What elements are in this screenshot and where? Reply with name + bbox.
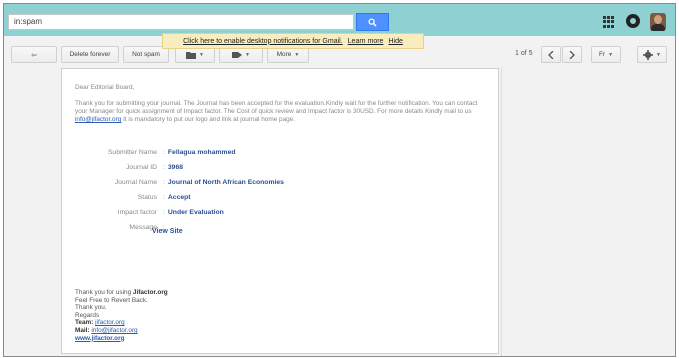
message-area: Dear Editorial Board, Thank you for subm… [4, 68, 675, 356]
page-count: 1 of 5 [515, 50, 533, 57]
paragraph-text-end: It is mandatory to put our logo and link… [123, 116, 296, 123]
avatar[interactable] [650, 13, 666, 31]
detail-value: Under Evaluation [167, 209, 224, 216]
hide-link[interactable]: Hide [388, 38, 402, 45]
learn-more-link[interactable]: Learn more [348, 38, 384, 45]
notifications-icon[interactable] [626, 14, 640, 28]
detail-label: Message [129, 224, 157, 231]
signature-thanks: Thank you for using [75, 289, 133, 296]
gear-icon [643, 49, 654, 60]
detail-label: Submitter Name [107, 149, 157, 156]
website-link[interactable]: www.jifactor.org [75, 335, 124, 342]
chevron-down-icon: ▼ [199, 51, 204, 58]
search-icon [368, 17, 377, 27]
mail-label: Mail: [75, 326, 90, 334]
info-email-link[interactable]: info@jifactor.org [75, 116, 121, 123]
back-arrow-icon: ⇦ [31, 51, 37, 59]
detail-label: Status [137, 194, 157, 201]
search-input[interactable]: in:spam [8, 14, 354, 30]
detail-row: Impact factor: Under Evaluation [74, 205, 284, 220]
chevron-down-icon: ▼ [294, 51, 300, 58]
detail-label: Impact factor [117, 209, 157, 216]
chevron-down-icon: ▼ [656, 51, 661, 58]
back-button[interactable]: ⇦ [11, 46, 57, 63]
delete-forever-button[interactable]: Delete forever [61, 46, 119, 63]
chevron-down-icon: ▼ [608, 51, 614, 58]
detail-label: Journal ID [126, 164, 157, 171]
signature: Thank you for using Jifactor.org Feel Fr… [75, 289, 168, 342]
brand-name: Jifactor.org [132, 289, 168, 296]
detail-row: Journal Name: Journal of North African E… [74, 175, 284, 190]
right-pane-divider [501, 68, 502, 356]
detail-value: Accept [167, 194, 191, 201]
signature-line: Thank you for using Jifactor.org [75, 289, 168, 297]
greeting: Dear Editorial Board, [75, 84, 135, 91]
desktop-notification-bar: Click here to enable desktop notificatio… [162, 33, 424, 49]
detail-row: Status: Accept [74, 190, 284, 205]
detail-label: Journal Name [114, 179, 157, 186]
label-icon [232, 51, 243, 58]
email-paragraph: Thank you for submitting your journal. T… [75, 100, 485, 124]
search-button[interactable] [356, 13, 389, 31]
signature-line: Mail: info@jifactor.org [75, 327, 168, 335]
gmail-window: in:spam Click here to enable desktop not… [3, 3, 676, 357]
chevron-left-icon [548, 50, 554, 59]
language-select[interactable]: Fr ▼ [591, 46, 621, 63]
mail-link[interactable]: info@jifactor.org [91, 327, 137, 334]
email-body: Dear Editorial Board, Thank you for subm… [61, 68, 499, 354]
signature-line: www.jifactor.org [75, 335, 168, 343]
journal-details: Submitter Name: Fellagua mohammed Journa… [74, 145, 284, 235]
detail-value: 3968 [167, 164, 184, 171]
detail-value: Fellagua mohammed [167, 149, 236, 156]
signature-line: Thank you. [75, 304, 107, 312]
more-label: More [276, 51, 292, 58]
chevron-down-icon: ▼ [245, 51, 250, 58]
detail-row: Journal ID: 3968 [74, 160, 284, 175]
detail-value: Journal of North African Economies [167, 179, 284, 186]
enable-notifications-link[interactable]: Click here to enable desktop notificatio… [183, 38, 343, 45]
settings-button[interactable]: ▼ [637, 46, 667, 63]
next-page-button[interactable] [562, 46, 582, 63]
header-bar: in:spam [4, 4, 675, 36]
apps-grid-icon[interactable] [603, 16, 615, 28]
team-link[interactable]: jifactor.org [95, 319, 124, 326]
paragraph-text: Thank you for submitting your journal. T… [75, 100, 478, 115]
language-label: Fr [598, 51, 606, 58]
signature-line: Team: jifactor.org [75, 319, 168, 327]
prev-page-button[interactable] [541, 46, 561, 63]
detail-row: Submitter Name: Fellagua mohammed [74, 145, 284, 160]
folder-icon [186, 51, 197, 59]
team-label: Team: [75, 319, 94, 327]
view-site-link[interactable]: View Site [152, 228, 183, 235]
chevron-right-icon [569, 50, 575, 59]
signature-line: Regards [75, 311, 100, 319]
signature-line: Feel Free to Revert Back. [75, 296, 148, 304]
